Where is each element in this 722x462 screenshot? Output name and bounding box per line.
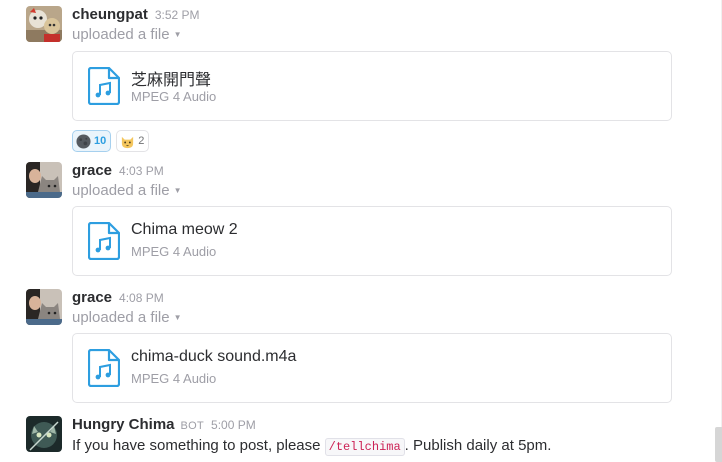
- timestamp[interactable]: 5:00 PM: [211, 418, 256, 432]
- avatar-image: [26, 162, 62, 198]
- timestamp[interactable]: 4:08 PM: [119, 291, 164, 305]
- author-name[interactable]: grace: [72, 162, 112, 179]
- audio-file-icon: [88, 222, 120, 260]
- scrollbar[interactable]: [715, 427, 722, 462]
- file-title[interactable]: 芝麻開門聲: [131, 66, 211, 90]
- message-item: Hungry Chima BOT 5:00 PM If you have som…: [0, 416, 700, 462]
- message-item: grace 4:08 PM uploaded a file ▼ chima-du…: [0, 289, 700, 404]
- reaction-count: 10: [94, 135, 107, 147]
- caret-down-icon[interactable]: ▼: [174, 186, 182, 195]
- bot-badge: BOT: [180, 420, 205, 432]
- author-name[interactable]: Hungry Chima: [72, 416, 175, 433]
- file-attachment[interactable]: chima-duck sound.m4a MPEG 4 Audio: [72, 333, 672, 403]
- dark-moon-face-emoji-icon: [76, 133, 91, 149]
- file-attachment[interactable]: Chima meow 2 MPEG 4 Audio: [72, 206, 672, 276]
- message-text: If you have something to post, please /t…: [72, 437, 552, 456]
- audio-file-icon: [88, 349, 120, 387]
- file-title[interactable]: chima-duck sound.m4a: [131, 348, 296, 366]
- reactions-bar: 10 2: [72, 130, 150, 152]
- upload-action[interactable]: uploaded a file ▼: [72, 309, 182, 326]
- message-item: grace 4:03 PM uploaded a file ▼ Chima me…: [0, 162, 700, 277]
- author-name[interactable]: grace: [72, 289, 112, 306]
- avatar[interactable]: [26, 289, 62, 325]
- action-label: uploaded a file: [72, 182, 170, 199]
- author-name[interactable]: cheungpat: [72, 6, 148, 23]
- message-text-before: If you have something to post, please: [72, 437, 325, 454]
- message-item: cheungpat 3:52 PM uploaded a file ▼ 芝麻開門…: [0, 6, 700, 156]
- command-code: /tellchima: [324, 438, 405, 456]
- file-type: MPEG 4 Audio: [131, 244, 217, 259]
- avatar-image: [26, 289, 62, 325]
- reaction-cat-face[interactable]: 2: [116, 130, 150, 152]
- avatar[interactable]: [26, 416, 62, 452]
- file-attachment[interactable]: 芝麻開門聲 MPEG 4 Audio: [72, 51, 672, 121]
- upload-action[interactable]: uploaded a file ▼: [72, 26, 182, 43]
- caret-down-icon[interactable]: ▼: [174, 313, 182, 322]
- avatar[interactable]: [26, 6, 62, 42]
- reaction-moon-face[interactable]: 10: [72, 130, 112, 152]
- action-label: uploaded a file: [72, 26, 170, 43]
- file-type: MPEG 4 Audio: [131, 371, 217, 386]
- action-label: uploaded a file: [72, 309, 170, 326]
- avatar-image: [26, 6, 62, 42]
- upload-action[interactable]: uploaded a file ▼: [72, 182, 182, 199]
- timestamp[interactable]: 4:03 PM: [119, 164, 164, 178]
- caret-down-icon[interactable]: ▼: [174, 30, 182, 39]
- reaction-count: 2: [138, 135, 145, 147]
- audio-file-icon: [88, 67, 120, 105]
- timestamp[interactable]: 3:52 PM: [155, 8, 200, 22]
- avatar-image: [26, 416, 62, 452]
- file-type: MPEG 4 Audio: [131, 89, 217, 104]
- avatar[interactable]: [26, 162, 62, 198]
- message-text-after: . Publish daily at 5pm.: [404, 437, 552, 454]
- cat-face-emoji-icon: [122, 136, 134, 148]
- file-title[interactable]: Chima meow 2: [131, 221, 238, 239]
